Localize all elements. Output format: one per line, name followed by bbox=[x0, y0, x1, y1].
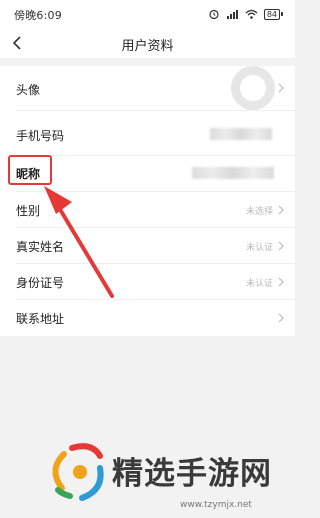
logo-icon bbox=[52, 443, 104, 501]
watermark-url: www.tzymjx.net bbox=[180, 500, 252, 510]
watermark-brand: 精选手游网 bbox=[112, 456, 272, 492]
watermark: 精选手游网 www.tzymjx.net bbox=[0, 420, 295, 518]
